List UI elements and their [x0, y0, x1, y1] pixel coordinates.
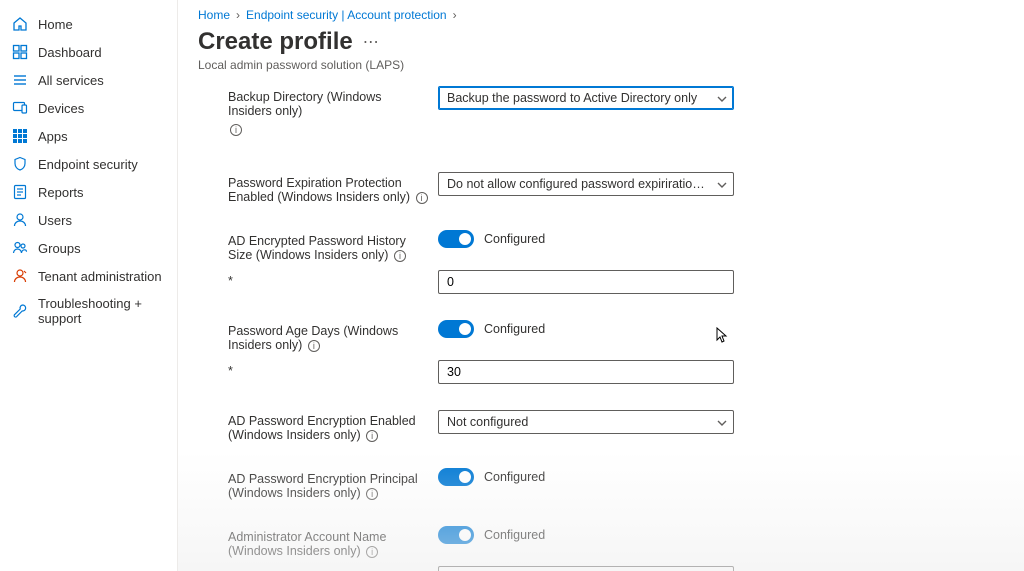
- ad-encryption-principal-toggle[interactable]: [438, 468, 474, 486]
- all-services-icon: [12, 72, 28, 88]
- nav-label: Groups: [38, 241, 81, 256]
- nav-all-services[interactable]: All services: [0, 66, 177, 94]
- breadcrumb: Home › Endpoint security | Account prote…: [198, 8, 1004, 22]
- info-icon[interactable]: i: [366, 488, 378, 500]
- nav-reports[interactable]: Reports: [0, 178, 177, 206]
- nav-devices[interactable]: Devices: [0, 94, 177, 122]
- nav-tenant-admin[interactable]: Tenant administration: [0, 262, 177, 290]
- toggle-label: Configured: [484, 528, 545, 542]
- nav-endpoint-security[interactable]: Endpoint security: [0, 150, 177, 178]
- toggle-label: Configured: [484, 232, 545, 246]
- nav-troubleshooting[interactable]: Troubleshooting + support: [0, 290, 177, 332]
- admin-account-name-toggle[interactable]: [438, 526, 474, 544]
- main-content: Home › Endpoint security | Account prote…: [178, 0, 1024, 571]
- home-icon: [12, 16, 28, 32]
- chevron-right-icon: ›: [236, 8, 240, 22]
- nav-groups[interactable]: Groups: [0, 234, 177, 262]
- apps-icon: [12, 128, 28, 144]
- groups-icon: [12, 240, 28, 256]
- ad-history-size-input[interactable]: [438, 270, 734, 294]
- ad-encryption-enabled-label: AD Password Encryption Enabled (Windows …: [228, 410, 438, 442]
- chevron-down-icon: [717, 179, 727, 189]
- password-age-days-input[interactable]: [438, 360, 734, 384]
- nav-label: Reports: [38, 185, 84, 200]
- nav-label: Home: [38, 17, 73, 32]
- password-expiration-label: Password Expiration Protection Enabled (…: [228, 172, 438, 204]
- devices-icon: [12, 100, 28, 116]
- nav-label: Apps: [38, 129, 68, 144]
- nav-label: Tenant administration: [38, 269, 162, 284]
- password-expiration-select[interactable]: Do not allow configured password expirir…: [438, 172, 734, 196]
- nav-users[interactable]: Users: [0, 206, 177, 234]
- tenant-admin-icon: [12, 268, 28, 284]
- more-actions-button[interactable]: ⋯: [363, 32, 380, 52]
- admin-account-name-label: Administrator Account Name (Windows Insi…: [228, 526, 438, 558]
- ad-history-size-toggle[interactable]: [438, 230, 474, 248]
- chevron-down-icon: [717, 417, 727, 427]
- nav-label: Troubleshooting + support: [38, 296, 165, 326]
- shield-icon: [12, 156, 28, 172]
- ad-encryption-principal-label: AD Password Encryption Principal (Window…: [228, 468, 438, 500]
- breadcrumb-home[interactable]: Home: [198, 8, 230, 22]
- page-subtitle: Local admin password solution (LAPS): [198, 58, 1004, 72]
- reports-icon: [12, 184, 28, 200]
- info-icon[interactable]: i: [394, 250, 406, 262]
- backup-directory-select[interactable]: Backup the password to Active Directory …: [438, 86, 734, 110]
- password-age-days-label: Password Age Days (Windows Insiders only…: [228, 320, 438, 352]
- toggle-label: Configured: [484, 470, 545, 484]
- ad-encryption-enabled-select[interactable]: Not configured: [438, 410, 734, 434]
- nav-label: Endpoint security: [38, 157, 138, 172]
- toggle-label: Configured: [484, 322, 545, 336]
- nav-home[interactable]: Home: [0, 10, 177, 38]
- nav-apps[interactable]: Apps: [0, 122, 177, 150]
- profile-form: Backup Directory (Windows Insiders only)…: [198, 86, 1004, 571]
- ad-history-size-label: AD Encrypted Password History Size (Wind…: [228, 230, 438, 262]
- backup-directory-label: Backup Directory (Windows Insiders only)…: [228, 86, 438, 136]
- info-icon[interactable]: i: [366, 430, 378, 442]
- left-nav: Home Dashboard All services Devices Apps…: [0, 0, 178, 571]
- nav-label: All services: [38, 73, 104, 88]
- dashboard-icon: [12, 44, 28, 60]
- nav-label: Dashboard: [38, 45, 102, 60]
- info-icon[interactable]: i: [366, 546, 378, 558]
- admin-account-name-select[interactable]: [438, 566, 734, 571]
- chevron-down-icon: [717, 93, 727, 103]
- required-marker: *: [228, 360, 438, 378]
- info-icon[interactable]: i: [416, 192, 428, 204]
- info-icon[interactable]: i: [308, 340, 320, 352]
- users-icon: [12, 212, 28, 228]
- nav-dashboard[interactable]: Dashboard: [0, 38, 177, 66]
- info-icon[interactable]: i: [230, 124, 242, 136]
- password-age-days-toggle[interactable]: [438, 320, 474, 338]
- breadcrumb-endpoint-security[interactable]: Endpoint security | Account protection: [246, 8, 447, 22]
- chevron-right-icon: ›: [453, 8, 457, 22]
- nav-label: Devices: [38, 101, 84, 116]
- nav-label: Users: [38, 213, 72, 228]
- wrench-icon: [12, 303, 28, 319]
- page-title: Create profile: [198, 28, 353, 56]
- required-marker: *: [228, 270, 438, 288]
